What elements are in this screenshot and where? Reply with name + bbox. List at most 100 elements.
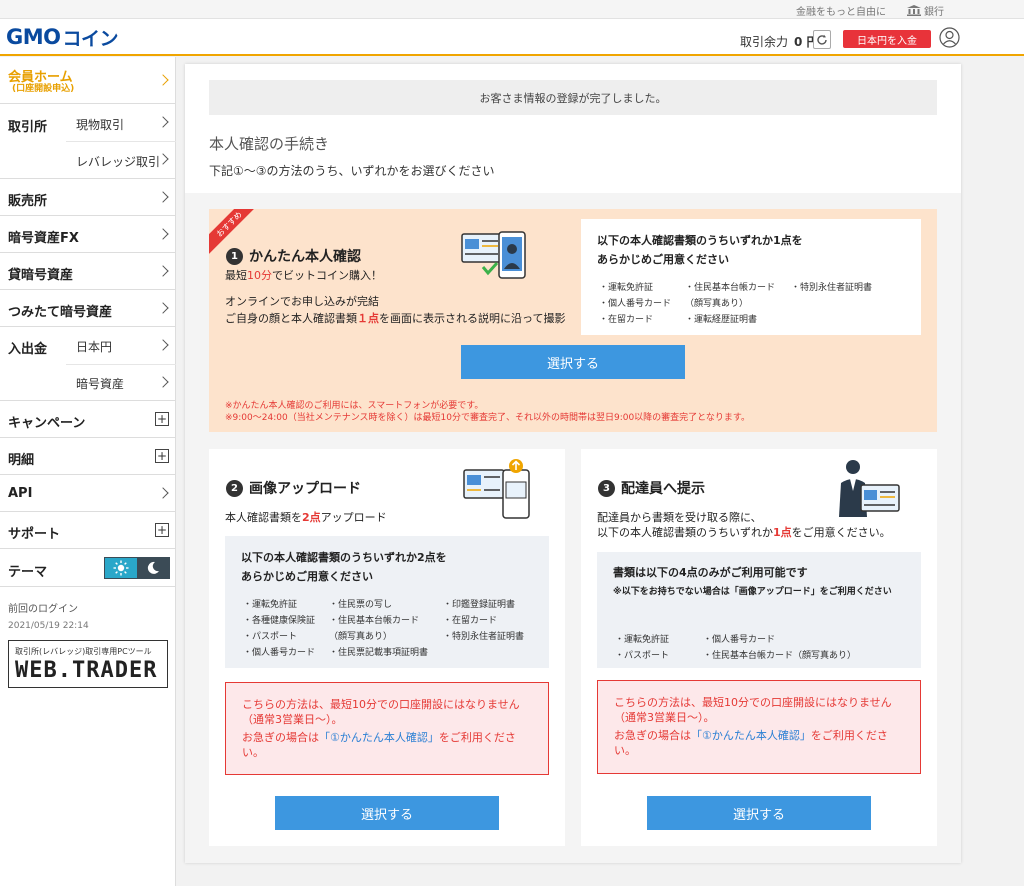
chevron-right-icon — [157, 191, 169, 203]
option-courier: 3 配達員へ提示 配達員から書類を受け取る際に、 以下の本人確認書類のうちいずれ… — [581, 449, 937, 846]
upload-illustration — [463, 459, 530, 519]
webtrader-banner[interactable]: 取引所(レバレッジ)取引専用PCツール WEB.TRADER — [8, 640, 168, 688]
option-title-text: 配達員へ提示 — [621, 481, 705, 497]
sidebar-item-label: テーマ — [8, 565, 48, 580]
option-easy-verification: おすすめ 1 かんたん本人確認 最短10分でビットコイン購入！ オンラインでお申… — [209, 209, 937, 432]
top-utility-bar: 金融をもっと自由に 銀行 — [0, 0, 1024, 19]
sidebar-item-deposit-crypto[interactable]: 暗号資産 — [0, 364, 176, 401]
sidebar-item-sales[interactable]: 販売所 — [0, 179, 176, 216]
deposit-jpy-button[interactable]: 日本円を入金 — [843, 30, 931, 48]
promo-pre: 最短 — [225, 269, 247, 282]
option-promo: 最短10分でビットコイン購入！ — [225, 267, 382, 284]
select-image-upload-button[interactable]: 選択する — [275, 796, 499, 830]
easy-verification-link[interactable]: 「①かんたん本人確認」 — [319, 731, 439, 744]
sidebar-item-tsumitate[interactable]: つみたて暗号資産 — [0, 290, 176, 327]
warning-line-1: こちらの方法は、最短10分での口座開設にはなりません（通常3営業日～）。 — [242, 698, 520, 726]
option-desc-2: 以下の本人確認書類のうちいずれか1点をご用意ください。 — [597, 524, 891, 541]
desc-post: を画面に表示される説明に沿って撮影 — [379, 312, 566, 325]
logo-jp: コイン — [62, 27, 119, 50]
header: GMO コイン 取引余力 0 円 日本円を入金 — [0, 19, 1024, 56]
main-card: お客さま情報の登録が完了しました。 本人確認の手続き 下記①～③の方法のうち、い… — [185, 64, 961, 863]
last-login-time: 2021/05/19 22:14 — [8, 621, 89, 631]
option-desc: 本人確認書類を2点アップロード — [225, 509, 387, 526]
option-title-text: かんたん本人確認 — [249, 249, 361, 265]
dark-theme-option[interactable] — [137, 558, 169, 578]
theme-toggle[interactable] — [104, 557, 170, 579]
select-easy-verification-button[interactable]: 選択する — [461, 345, 685, 379]
chevron-right-icon — [157, 116, 169, 128]
refresh-button[interactable] — [813, 30, 831, 49]
moon-icon — [147, 561, 159, 574]
plus-expand-icon: + — [155, 523, 169, 537]
doc-item: ・住民基本台帳カード — [685, 283, 776, 293]
desc-pre: 以下の本人確認書類のうちいずれか — [597, 526, 773, 539]
sidebar-item-support[interactable]: サポート + — [0, 512, 176, 549]
warning-pre: お急ぎの場合は — [614, 729, 691, 742]
doc-item: ・個人番号カード — [243, 648, 316, 658]
option-image-upload: 2 画像アップロード 本人確認書類を2点アップロード 以下の本人確認書類のうちい… — [209, 449, 565, 846]
option-number-badge: 2 — [226, 479, 243, 497]
sidebar-item-home[interactable]: 会員ホーム (口座開設申込) — [0, 57, 176, 104]
sidebar-item-crypto-fx[interactable]: 暗号資産FX — [0, 216, 176, 253]
doc-item: ・住民票記載事項証明書 — [329, 648, 429, 658]
sidebar-item-campaign[interactable]: キャンペーン + — [0, 401, 176, 438]
doc-item: ・住民票の写し — [329, 600, 393, 610]
sidebar-subitem-label: 現物取引 — [76, 118, 125, 132]
doc-item: ・在留カード — [443, 616, 498, 626]
doc-item: ・在留カード — [599, 315, 654, 325]
sidebar-item-details[interactable]: 明細 + — [0, 438, 176, 475]
option-desc-1: オンラインでお申し込みが完結 — [225, 295, 379, 308]
doc-item: ・特別永住者証明書 — [443, 632, 525, 642]
doc-item: ・運転経歴証明書 — [685, 315, 758, 325]
select-courier-button[interactable]: 選択する — [647, 796, 871, 830]
bank-link[interactable]: 銀行 — [907, 3, 944, 18]
sidebar-item-label: API — [8, 486, 33, 501]
chevron-right-icon — [157, 339, 169, 351]
chevron-right-icon — [157, 265, 169, 277]
sidebar-item-lending[interactable]: 貸暗号資産 — [0, 253, 176, 290]
sidebar-item-label: 貸暗号資産 — [8, 268, 74, 283]
docs-box-title: 書類は以下の4点のみがご利用可能です — [613, 566, 808, 579]
chevron-right-icon — [157, 376, 169, 388]
note-hours: ※9:00～24:00（当社メンテナンス時を除く）は最短10分で審査完了、それ以… — [225, 413, 751, 423]
sidebar-group-exchange: 取引所 現物取引 レバレッジ取引 — [0, 104, 176, 179]
registration-complete-notice: お客さま情報の登録が完了しました。 — [209, 80, 937, 115]
light-theme-option[interactable] — [105, 558, 137, 578]
sidebar-item-deposit-jpy[interactable]: 日本円 — [0, 327, 176, 364]
option-title: 2 画像アップロード — [226, 478, 361, 498]
sun-icon — [113, 560, 129, 576]
sidebar-subitem-label: 日本円 — [76, 340, 113, 354]
gmo-coin-logo[interactable]: GMO コイン — [6, 25, 119, 50]
last-login-label: 前回のログイン — [8, 604, 78, 615]
user-account-icon[interactable] — [939, 27, 960, 48]
warning-line-2: お急ぎの場合は「①かんたん本人確認」をご利用ください。 — [614, 728, 904, 758]
desc-highlight: 1点 — [773, 526, 792, 539]
sidebar-item-api[interactable]: API — [0, 475, 176, 512]
balance-label: 取引余力 — [740, 35, 789, 49]
promo-post: でビットコイン購入！ — [272, 269, 382, 282]
sidebar-item-label: 暗号資産FX — [8, 231, 79, 246]
sidebar-group-deposit: 入出金 日本円 暗号資産 — [0, 327, 176, 401]
warning-line-2: お急ぎの場合は「①かんたん本人確認」をご利用ください。 — [242, 730, 532, 760]
option-title: 3 配達員へ提示 — [598, 478, 705, 498]
desc-post: をご用意ください。 — [791, 526, 891, 539]
webtrader-logo: WEB.TRADER — [15, 658, 158, 683]
doc-item: ・個人番号カード — [703, 635, 776, 645]
docs-box-title-1: 以下の本人確認書類のうちいずれか2点を — [241, 551, 447, 564]
not-fast-warning: こちらの方法は、最短10分での口座開設にはなりません（通常3営業日～）。 お急ぎ… — [225, 682, 549, 775]
doc-item: ・各種健康保険証 — [243, 616, 316, 626]
doc-item: ・運転免許証 — [243, 600, 298, 610]
sidebar-item-spot[interactable]: 現物取引 — [0, 104, 176, 141]
chevron-right-icon — [157, 302, 169, 314]
required-docs-box: 以下の本人確認書類のうちいずれか2点を あらかじめご用意ください ・運転免許証 … — [225, 536, 549, 668]
warning-pre: お急ぎの場合は — [242, 731, 319, 744]
easy-verification-link[interactable]: 「①かんたん本人確認」 — [691, 729, 811, 742]
not-fast-warning: こちらの方法は、最短10分での口座開設にはなりません（通常3営業日～）。 お急ぎ… — [597, 680, 921, 774]
sidebar-item-label: 明細 — [8, 453, 35, 468]
sidebar-item-leverage[interactable]: レバレッジ取引 — [0, 141, 176, 178]
docs-box-title-1: 以下の本人確認書類のうちいずれか1点を — [597, 234, 803, 247]
chevron-right-icon — [157, 74, 169, 86]
doc-item: （顔写真あり） — [685, 299, 749, 309]
page-subtitle: 下記①～③の方法のうち、いずれかをお選びください — [209, 164, 495, 178]
docs-box-title-2: あらかじめご用意ください — [241, 570, 373, 583]
